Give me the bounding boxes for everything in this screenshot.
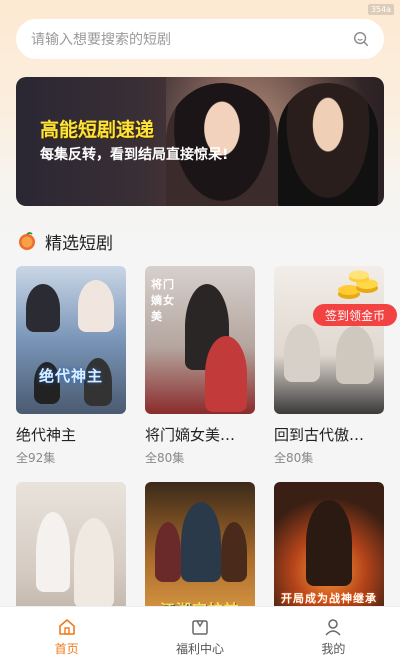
drama-title: 绝代神主 bbox=[16, 426, 77, 444]
user-icon bbox=[325, 619, 341, 636]
promo-banner[interactable]: 高能短剧速递 每集反转，看到结局直接惊呆! bbox=[16, 77, 384, 206]
tab-label: 福利中心 bbox=[175, 642, 224, 656]
bottom-tab-bar: 首页 福利中心 我的 bbox=[0, 606, 400, 667]
poster-caption: 绝代神主 bbox=[38, 367, 103, 385]
banner-title: 高能短剧速递 bbox=[40, 119, 155, 141]
drama-episodes: 全80集 bbox=[145, 451, 185, 465]
corner-label: 354a bbox=[367, 4, 394, 15]
drama-poster[interactable]: 绝代神主 bbox=[16, 266, 126, 414]
banner-subtitle: 每集反转，看到结局直接惊呆! bbox=[40, 147, 229, 163]
coins-icon bbox=[338, 270, 378, 299]
drama-episodes: 全80集 bbox=[274, 451, 314, 465]
banner-actress-2 bbox=[278, 83, 378, 206]
drama-episodes: 全92集 bbox=[16, 451, 56, 465]
peach-icon bbox=[19, 232, 35, 250]
featured-section-header: 精选短剧 bbox=[17, 229, 113, 254]
tab-label: 首页 bbox=[54, 642, 79, 656]
home-icon bbox=[58, 619, 75, 635]
drama-card[interactable]: 将门嫡女美 将门嫡女美… 全80集 bbox=[145, 266, 255, 466]
tab-welfare-center[interactable]: 福利中心 bbox=[133, 607, 266, 667]
gift-icon bbox=[192, 620, 208, 635]
drama-card[interactable]: 绝代神主 绝代神主 全92集 bbox=[16, 266, 126, 466]
tab-home[interactable]: 首页 bbox=[0, 607, 133, 667]
search-input[interactable]: 请输入想要搜索的短剧 bbox=[31, 29, 352, 49]
tab-mine[interactable]: 我的 bbox=[267, 607, 400, 667]
tab-label: 我的 bbox=[321, 642, 346, 656]
search-icon[interactable] bbox=[352, 30, 370, 48]
section-title: 精选短剧 bbox=[45, 233, 113, 254]
drama-poster[interactable]: 将门嫡女美 bbox=[145, 266, 255, 414]
search-bar[interactable]: 请输入想要搜索的短剧 bbox=[16, 19, 384, 59]
drama-title: 回到古代傲… bbox=[274, 426, 365, 444]
poster-caption: 将门嫡女美 bbox=[151, 278, 175, 323]
checkin-coin-button[interactable]: 签到领金币 bbox=[313, 304, 397, 326]
drama-title: 将门嫡女美… bbox=[145, 426, 236, 444]
